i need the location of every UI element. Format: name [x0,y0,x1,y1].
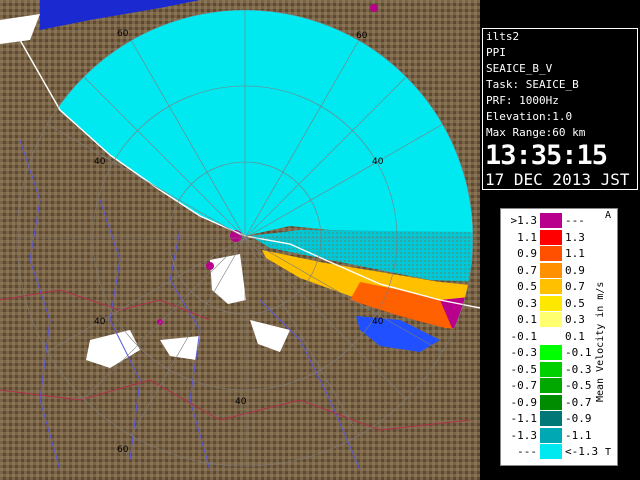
legend-upper-value: -0.9 [565,412,592,425]
legend-color-swatch [540,328,562,344]
range-label: 40 [372,157,384,167]
legend-lower-value: 1.1 [517,230,537,244]
legend-upper-value: -0.1 [565,346,592,359]
velocity-legend: A Mean Velocity in m/s T >1.3 --- 1.1 1.3 0.… [500,208,618,466]
legend-lower-value: 0.9 [517,247,537,260]
range-label: 60 [117,29,129,39]
legend-row: >1.3 --- [501,213,601,229]
legend-lower-value: 0.1 [517,313,537,326]
legend-upper-value: <-1.3 [565,445,599,458]
legend-row: 0.9 1.1 [501,246,601,262]
legend-color-swatch [540,295,562,311]
product-type: PPI [486,46,506,59]
legend-upper-value: 1.3 [565,230,585,244]
legend-lower-value: 0.5 [517,280,537,293]
range-label: 40 [94,157,106,167]
prf-value: PRF: 1000Hz [486,94,559,107]
legend-lower-value: >1.3 [510,214,538,227]
data-type: SEAICE_B_V [486,62,553,75]
legend-lower-value: -1.3 [510,428,538,442]
legend-row: -0.3 -0.1 [501,345,601,361]
legend-color-swatch [540,312,562,327]
radar-ppi-display[interactable]: 60 60 40 40 40 40 40 60 [0,0,480,480]
legend-row: -0.5 -0.3 [501,361,601,378]
legend-lower-value: --- [517,445,537,458]
legend-lower-value: -0.7 [510,379,538,392]
legend-row: 0.1 0.3 [501,312,601,328]
legend-color-swatch [540,246,562,261]
legend-upper-value: 1.1 [565,247,585,260]
legend-row: 1.1 1.3 [501,229,601,246]
site-name: ilts2 [486,30,520,43]
legend-color-swatch [540,213,562,228]
legend-row: -0.1 0.1 [501,328,601,345]
legend-lower-value: 0.7 [517,263,537,277]
legend-row: -1.3 -1.1 [501,427,601,444]
legend-upper-value: 0.1 [565,329,585,343]
legend-upper-value: -0.5 [565,379,592,392]
legend-color-swatch [540,394,562,410]
legend-color-swatch [540,361,562,377]
range-label: 60 [356,31,368,41]
legend-lower-value: -0.1 [510,329,538,343]
legend-upper-value: 0.9 [565,263,585,277]
legend-row: -1.1 -0.9 [501,411,601,427]
legend-color-swatch [540,262,562,278]
legend-upper-value: --- [565,214,585,227]
range-label: 60 [117,445,129,455]
legend-row: -0.7 -0.5 [501,378,601,394]
legend-upper-value: 0.7 [565,280,585,293]
range-label: 40 [94,317,106,327]
legend-row: 0.7 0.9 [501,262,601,279]
legend-lower-value: -0.9 [510,395,538,409]
legend-color-swatch [540,279,562,294]
legend-corner-bottom: T [605,447,612,458]
legend-upper-value: -0.7 [565,395,592,409]
task-name: Task: SEAICE_B [486,78,579,91]
legend-lower-value: -1.1 [510,412,538,425]
range-label: 40 [372,317,384,327]
scan-time: 13:35:15 [485,140,608,171]
legend-row: 0.3 0.5 [501,295,601,312]
legend-lower-value: 0.3 [517,296,537,310]
legend-corner-top: A [605,210,612,221]
legend-row: 0.5 0.7 [501,279,601,295]
legend-upper-value: 0.3 [565,313,585,326]
legend-color-swatch [540,229,562,245]
legend-lower-value: -0.3 [510,346,538,359]
elevation-value: Elevation:1.0 [486,110,573,123]
legend-row: -0.9 -0.7 [501,394,601,411]
radar-info-panel: ilts2 PPI SEAICE_B_V Task: SEAICE_B PRF:… [482,28,638,190]
scan-date: 17 DEC 2013 JST [485,170,630,189]
legend-upper-value: 0.5 [565,296,585,310]
legend-lower-value: -0.5 [510,362,538,376]
legend-color-swatch [540,427,562,443]
legend-upper-value: -1.1 [565,428,592,442]
legend-color-swatch [540,444,562,459]
range-label: 40 [235,397,247,407]
max-range-value: Max Range:60 km [486,126,586,139]
legend-color-swatch [540,411,562,426]
legend-color-swatch [540,378,562,393]
legend-color-swatch [540,345,562,360]
legend-upper-value: -0.3 [565,362,592,376]
legend-row: --- <-1.3 [501,444,601,460]
